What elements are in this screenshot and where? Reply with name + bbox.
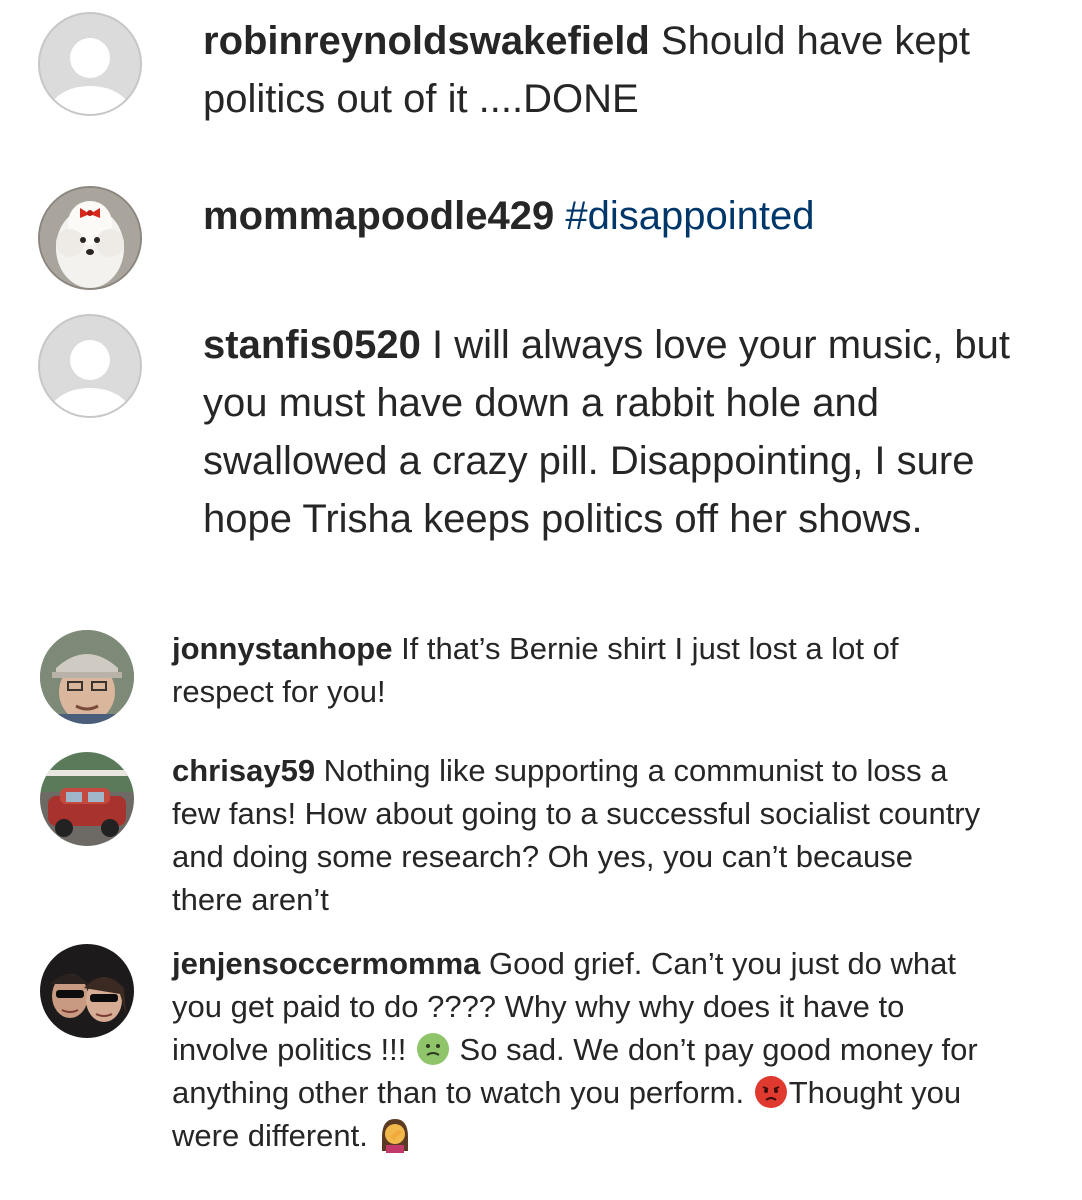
comment-body: jonnystanhope If that’s Bernie shirt I j… — [172, 627, 982, 713]
car-avatar-icon[interactable] — [40, 752, 134, 846]
comment-username[interactable]: mommapoodle429 — [203, 194, 554, 238]
comment-body: chrisay59 Nothing like supporting a comm… — [172, 749, 982, 921]
comment-body: jenjensoccermomma Good grief. Can’t you … — [172, 942, 982, 1157]
comment-body: robinreynoldswakefield Should have kept … — [203, 12, 1033, 128]
poodle-avatar-icon[interactable] — [38, 186, 142, 290]
man-avatar-icon[interactable] — [40, 630, 134, 724]
default-avatar-icon[interactable] — [38, 12, 142, 116]
comment-username[interactable]: jonnystanhope — [172, 631, 392, 666]
comment-body: stanfis0520 I will always love your musi… — [203, 316, 1053, 548]
comment-username[interactable]: jenjensoccermomma — [172, 946, 480, 981]
hashtag-link[interactable]: #disappointed — [554, 194, 814, 238]
comment-username[interactable]: robinreynoldswakefield — [203, 19, 650, 63]
pouting-face-emoji-icon — [754, 1075, 787, 1108]
couple-avatar-icon[interactable] — [40, 944, 134, 1038]
comment-body: mommapoodle429 #disappointed — [203, 187, 1033, 245]
woman-facepalming-emoji-icon — [378, 1117, 412, 1153]
default-avatar-icon[interactable] — [38, 314, 142, 418]
comment-username[interactable]: stanfis0520 — [203, 323, 421, 367]
comment-username[interactable]: chrisay59 — [172, 753, 315, 788]
nauseated-face-emoji-icon — [416, 1032, 449, 1065]
